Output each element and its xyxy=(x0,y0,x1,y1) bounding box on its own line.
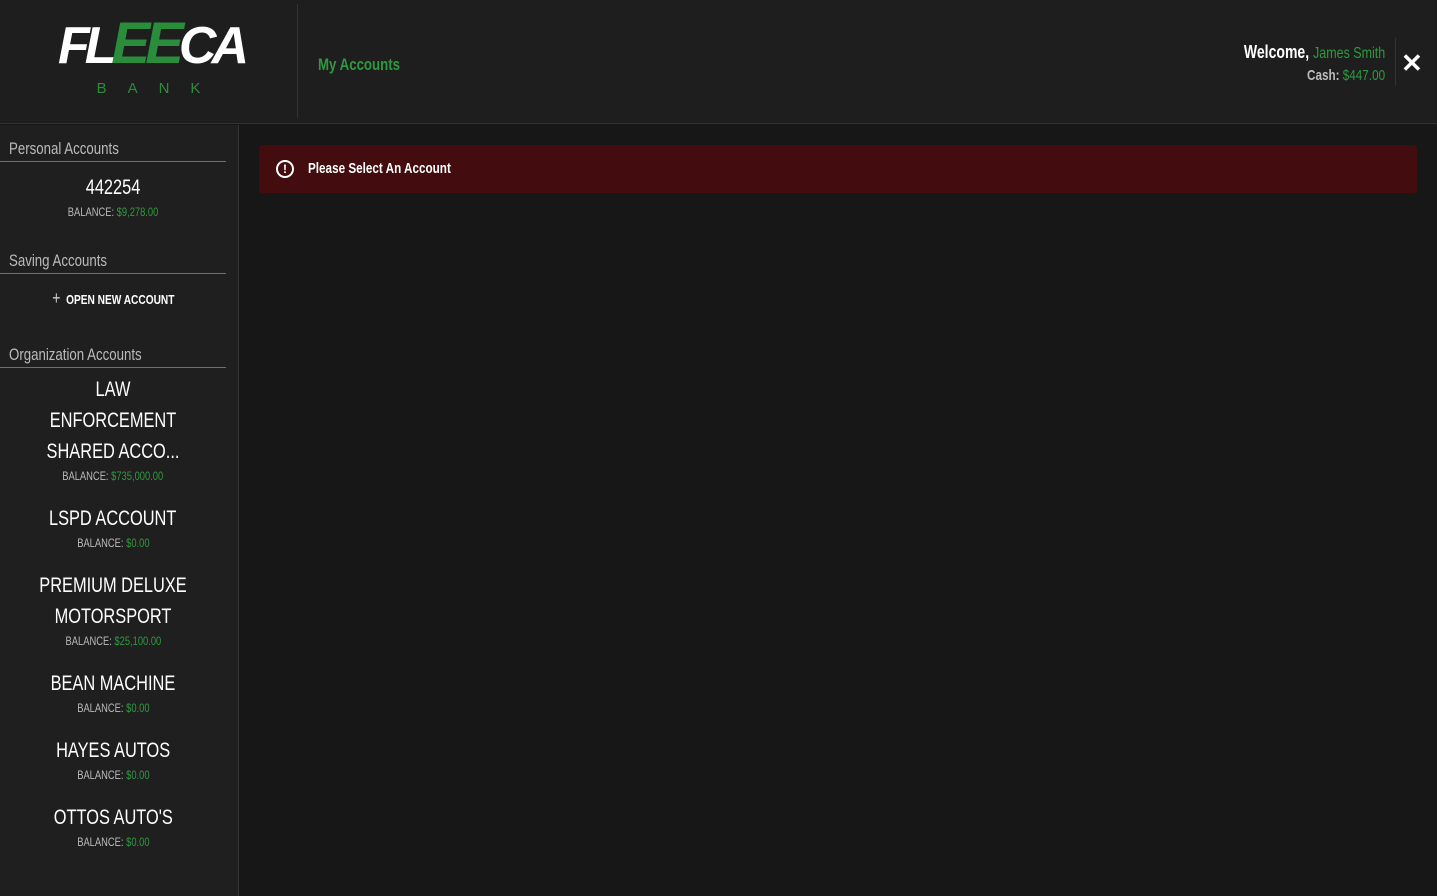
sidebar: Personal Accounts 442254 BALANCE: $9,278… xyxy=(0,125,239,896)
section-personal-accounts: Personal Accounts xyxy=(0,125,226,162)
balance-label: BALANCE: xyxy=(67,205,115,219)
fleeca-logo: FLEECA BANK xyxy=(58,15,249,100)
balance-label: BALANCE: xyxy=(62,469,109,483)
open-new-account-button[interactable]: + OPEN NEW ACCOUNT xyxy=(0,288,226,309)
section-organization-accounts: Organization Accounts xyxy=(0,331,226,368)
balance-value: $9,278.00 xyxy=(116,205,159,219)
account-name: 442254 xyxy=(85,176,141,199)
nav-label: My Accounts xyxy=(318,55,401,74)
account-item[interactable]: LSPD ACCOUNT BALANCE: $0.00 xyxy=(0,503,226,550)
section-saving-accounts: Saving Accounts xyxy=(0,237,226,274)
section-title: Personal Accounts xyxy=(9,139,119,158)
balance-label: BALANCE: xyxy=(76,768,124,782)
account-name: LAW ENFORCEMENT SHARED ACCO... xyxy=(46,378,180,463)
plus-icon: + xyxy=(51,288,61,308)
open-new-label: OPEN NEW ACCOUNT xyxy=(65,292,175,307)
section-title: Saving Accounts xyxy=(9,251,108,270)
account-item[interactable]: PREMIUM DELUXE MOTORSPORT BALANCE: $25,10… xyxy=(0,570,226,648)
logo-text: CA xyxy=(178,17,249,75)
account-name: HAYES AUTOS xyxy=(55,739,171,762)
balance-value: $0.00 xyxy=(125,835,150,849)
divider xyxy=(1395,38,1396,86)
alert-text: Please Select An Account xyxy=(308,160,451,177)
balance-label: BALANCE: xyxy=(76,701,124,715)
select-account-alert: ! Please Select An Account xyxy=(259,145,1417,193)
balance-value: $0.00 xyxy=(125,536,150,550)
account-name: PREMIUM DELUXE MOTORSPORT xyxy=(39,574,187,628)
section-title: Organization Accounts xyxy=(9,345,142,364)
account-item[interactable]: LAW ENFORCEMENT SHARED ACCO... BALANCE: $… xyxy=(0,374,226,483)
balance-label: BALANCE: xyxy=(76,536,124,550)
account-item[interactable]: 442254 BALANCE: $9,278.00 xyxy=(0,172,226,219)
balance-label: BALANCE: xyxy=(76,835,124,849)
balance-value: $0.00 xyxy=(125,768,150,782)
balance-value: $25,100.00 xyxy=(114,634,161,648)
logo-text: FL xyxy=(58,17,116,75)
alert-circle-icon: ! xyxy=(276,160,294,178)
account-item[interactable]: BEAN MACHINE BALANCE: $0.00 xyxy=(0,668,226,715)
balance-value: $0.00 xyxy=(125,701,150,715)
user-info: Welcome, James Smith Cash: $447.00 xyxy=(1204,42,1385,84)
account-item[interactable]: HAYES AUTOS BALANCE: $0.00 xyxy=(0,735,226,782)
divider xyxy=(297,4,298,118)
nav-my-accounts[interactable]: My Accounts xyxy=(318,55,423,75)
account-name: OTTOS AUTO'S xyxy=(53,806,173,829)
account-name: LSPD ACCOUNT xyxy=(49,507,177,530)
balance-value: $735,000.00 xyxy=(111,469,164,483)
header: FLEECA BANK My Accounts Welcome, James S… xyxy=(0,0,1437,124)
account-item[interactable]: OTTOS AUTO'S BALANCE: $0.00 xyxy=(0,802,226,849)
balance-label: BALANCE: xyxy=(65,634,112,648)
close-icon[interactable]: ✕ xyxy=(1401,48,1423,79)
logo-text: EE xyxy=(111,11,184,76)
account-name: BEAN MACHINE xyxy=(50,672,176,695)
logo-subtitle: BANK xyxy=(96,80,222,97)
cash-value: $447.00 xyxy=(1342,67,1385,84)
main-content: ! Please Select An Account xyxy=(240,125,1437,896)
cash-label: Cash: xyxy=(1306,67,1340,84)
user-name: James Smith xyxy=(1312,45,1385,62)
welcome-label: Welcome, xyxy=(1243,42,1309,62)
